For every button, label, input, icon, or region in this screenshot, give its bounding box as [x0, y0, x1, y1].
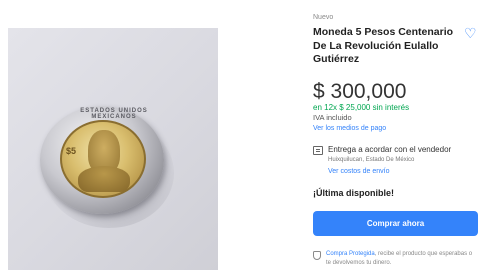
- shipping-location: Huixquilucan, Estado De México: [328, 157, 415, 163]
- condition-label: Nuevo: [313, 14, 334, 21]
- product-photo[interactable]: ESTADOS UNIDOS MEXICANOS $5: [8, 28, 218, 270]
- product-title: Moneda 5 Pesos Centenario De La Revoluci…: [313, 26, 454, 65]
- coin-denomination: $5: [66, 146, 77, 156]
- shipping-text: Entrega a acordar con el vendedor: [328, 145, 452, 154]
- payment-methods-link[interactable]: Ver los medios de pago: [313, 125, 386, 132]
- image-gallery: ESTADOS UNIDOS MEXICANOS $5: [0, 0, 300, 270]
- shield-icon: [313, 251, 321, 260]
- product-info-panel: Nuevo Moneda 5 Pesos Centenario De La Re…: [300, 0, 480, 270]
- purchase-protection: Compra Protegida, recibe el producto que…: [326, 250, 478, 268]
- coin-inscription: ESTADOS UNIDOS MEXICANOS: [80, 108, 148, 120]
- product-price: $ 300,000: [313, 80, 407, 103]
- installments-info: en 12x $ 25,000 sin interés: [313, 103, 410, 112]
- shipping-costs-link[interactable]: Ver costos de envío: [328, 168, 389, 175]
- tax-note: IVA incluido: [313, 113, 352, 122]
- stock-status: ¡Última disponible!: [313, 188, 394, 198]
- heart-icon[interactable]: ♡: [464, 26, 478, 40]
- buy-now-button[interactable]: Comprar ahora: [313, 211, 478, 236]
- package-icon: [313, 146, 323, 155]
- coin-bust: [78, 166, 130, 192]
- protected-purchase-link[interactable]: Compra Protegida: [326, 251, 375, 257]
